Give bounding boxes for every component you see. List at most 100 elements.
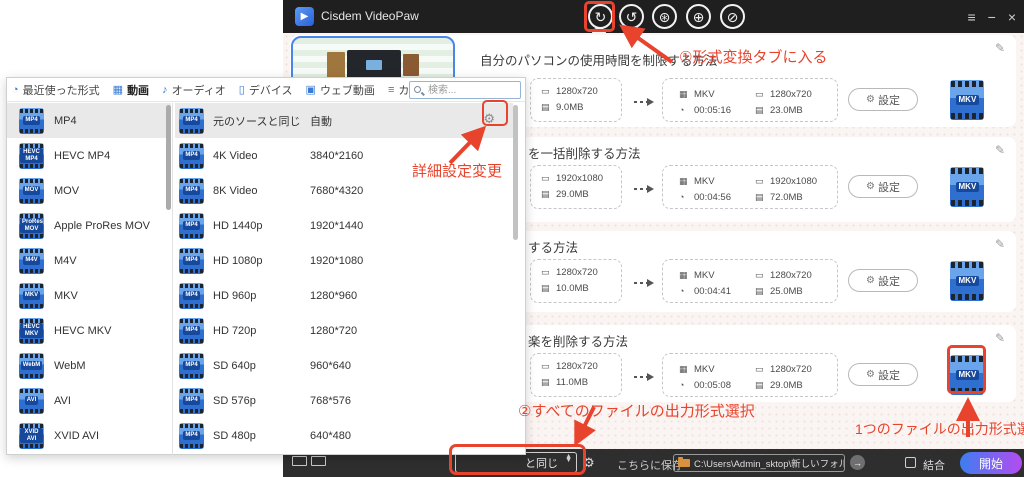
preset-resolution: 3840*2160 [310,150,363,162]
display-icon: ▭ [541,173,553,184]
row-settings-button[interactable]: ⚙ 設定 [848,363,918,386]
source-info-box: ▭1280x720 ▤10.0MB [530,259,622,303]
merge-label: 結合 [923,457,945,473]
rename-pencil-icon[interactable]: ✎ [995,143,1005,157]
add-folder-icon[interactable] [311,456,326,466]
preset-film-icon: MP4 [179,318,204,344]
format-item[interactable]: ProRes MOV Apple ProRes MOV [7,208,171,243]
start-button[interactable]: 開始 [960,452,1022,474]
format-item[interactable]: HEVC MKV HEVC MKV [7,313,171,348]
output-duration: 00:04:41 [694,286,731,297]
preset-resolution: 7680*4320 [310,185,363,197]
popup-tab[interactable]: ▦ 動画 [113,82,149,98]
preset-item[interactable]: MP4 SD 576p 768*576 ⚙ [175,383,513,418]
row-format-badge: MKV [956,182,979,193]
popup-tab[interactable]: ◔ 最近使った形式 [12,82,100,98]
output-resolution: 1280x720 [770,89,812,100]
preset-list-scrollbar[interactable] [513,105,518,240]
row-settings-button[interactable]: ⚙ 設定 [848,88,918,111]
row-settings-button[interactable]: ⚙ 設定 [848,175,918,198]
close-icon[interactable]: × [1008,9,1016,25]
output-info-box: ▦MKV ▭1280x720 ◔00:05:16 ▤23.0MB [662,78,838,122]
preset-film-icon: MP4 [179,283,204,309]
display-icon: ▭ [755,89,767,100]
format-icon: ▦ [679,89,691,100]
popup-tab[interactable]: ▣ ウェブ動画 [306,82,375,98]
source-size: 10.0MB [556,283,589,294]
file-title: を一括削除する方法 [528,143,641,162]
preset-label: 元のソースと同じ [213,113,301,129]
format-film-icon: ProRes MOV [19,213,44,239]
preset-item[interactable]: MP4 HD 1080p 1920*1080 ⚙ [175,243,513,278]
format-select-popup: ◔ 最近使った形式 ▦ 動画 ♪ オーディオ ▯ デバイス ▣ ウェブ動画 ≡ … [6,77,526,455]
format-label: HEVC MKV [54,325,111,337]
format-label: M4V [54,255,77,267]
preset-item[interactable]: MP4 元のソースと同じ 自動 ⚙ [175,103,513,138]
merge-checkbox[interactable] [905,457,916,468]
preset-item[interactable]: MP4 SD 640p 960*640 ⚙ [175,348,513,383]
popup-tab[interactable]: ▯ デバイス [239,82,293,98]
row-output-format-icon[interactable]: MKV [950,167,984,207]
source-resolution: 1280x720 [556,267,598,278]
toolbar-tab-icon[interactable]: ⊕ [686,4,711,29]
format-item[interactable]: AVI AVI [7,383,171,418]
add-file-icon[interactable] [292,456,307,466]
preset-label: HD 960p [213,290,301,302]
settings-label: 設定 [878,179,900,195]
popup-tab[interactable]: ♪ オーディオ [162,82,226,98]
toolbar-tab-icon[interactable]: ↺ [619,4,644,29]
preset-resolution: 640*480 [310,430,351,442]
preset-list: MP4 元のソースと同じ 自動 ⚙ MP4 4K Video 3840*2160… [175,103,513,453]
search-input[interactable] [426,83,518,97]
size-icon: ▤ [541,377,553,388]
minimize-icon[interactable]: − [988,9,996,25]
output-size: 29.0MB [770,380,803,391]
format-label: MKV [54,290,78,302]
preset-resolution: 1280*720 [310,325,357,337]
preset-item[interactable]: MP4 HD 720p 1280*720 ⚙ [175,313,513,348]
rename-pencil-icon[interactable]: ✎ [995,331,1005,345]
format-item[interactable]: MKV MKV [7,278,171,313]
toolbar-tab-icon[interactable]: ⊛ [652,4,677,29]
format-film-icon: MP4 [19,108,44,134]
format-item[interactable]: MP4 MP4 [7,103,171,138]
clock-icon: ◔ [679,192,691,202]
save-path-field[interactable]: C:\Users\Admin_sktop\新しいフォルダー [673,454,845,472]
annotation-advanced: 詳細設定変更 [412,160,502,181]
toolbar-tab-glyph: ⊕ [693,10,705,24]
rename-pencil-icon[interactable]: ✎ [995,41,1005,55]
preset-item[interactable]: MP4 HD 960p 1280*960 ⚙ [175,278,513,313]
preset-item[interactable]: MP4 HD 1440p 1920*1440 ⚙ [175,208,513,243]
format-item[interactable]: XVID AVI XVID AVI [7,418,171,453]
format-label: AVI [54,395,71,407]
column-divider [172,103,173,455]
preset-label: SD 640p [213,360,301,372]
row-output-format-icon[interactable]: MKV [950,261,984,301]
titlebar: ▶ Cisdem VideoPaw ↻ ↺ ⊛ ⊕ ⊘ ≡ − × [283,0,1024,33]
row-settings-button[interactable]: ⚙ 設定 [848,269,918,292]
format-item[interactable]: MOV MOV [7,173,171,208]
format-item[interactable]: M4V M4V [7,243,171,278]
highlight-box-advanced-gear [482,100,508,126]
popup-tab-label: デバイス [249,82,293,98]
format-film-icon: AVI [19,388,44,414]
rename-pencil-icon[interactable]: ✎ [995,237,1005,251]
menu-icon[interactable]: ≡ [967,9,975,25]
open-folder-icon[interactable]: → [850,455,865,470]
output-duration: 00:05:16 [694,105,731,116]
display-icon: ▭ [755,364,767,375]
source-resolution: 1920x1080 [556,173,603,184]
format-item[interactable]: WebM WebM [7,348,171,383]
gear-icon: ⚙ [866,94,875,105]
annotation-step1: ①形式変換タブに入る [679,46,827,67]
row-output-format-icon[interactable]: MKV [950,80,984,120]
format-film-icon: HEVC MP4 [19,143,44,169]
toolbar-tab-icon[interactable]: ⊘ [720,4,745,29]
settings-label: 設定 [878,92,900,108]
output-resolution: 1280x720 [770,364,812,375]
toolbar-tab-glyph: ↺ [626,10,638,24]
format-item[interactable]: HEVC MP4 HEVC MP4 [7,138,171,173]
output-size: 23.0MB [770,105,803,116]
format-list-scrollbar[interactable] [166,105,171,210]
output-format: MKV [694,270,715,281]
